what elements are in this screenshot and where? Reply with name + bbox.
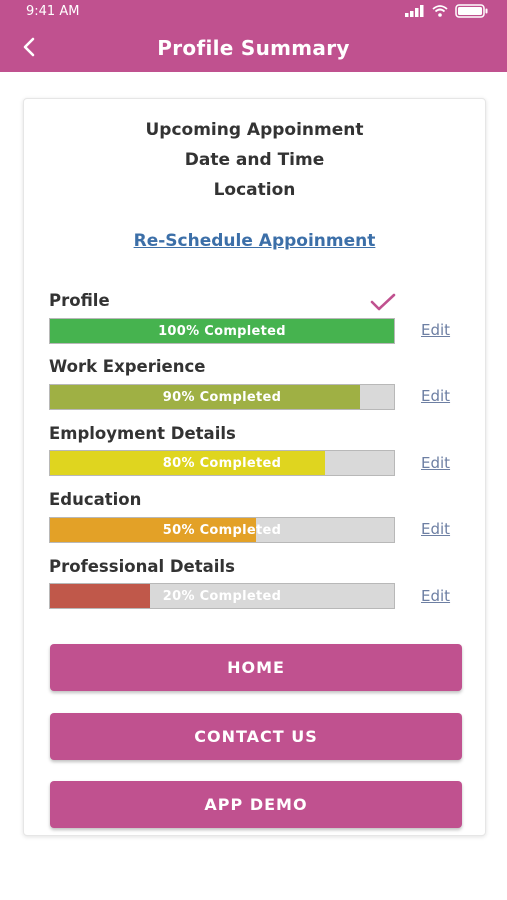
edit-link-profile[interactable]: Edit <box>421 321 450 339</box>
progress-text: 90% Completed <box>162 390 282 405</box>
appointment-info: Upcoming Appoinment Date and Time Locati… <box>24 115 485 205</box>
battery-icon <box>455 4 488 18</box>
status-icons <box>405 4 489 18</box>
home-button[interactable]: HOME <box>50 644 462 691</box>
progress-bar-employment-details: 80% Completed <box>49 450 395 476</box>
signal-icon <box>405 5 424 17</box>
check-icon <box>370 293 396 311</box>
section-label-employment-details: Employment Details <box>49 424 236 443</box>
wifi-icon <box>432 5 448 17</box>
progress-text: 20% Completed <box>162 589 282 604</box>
status-time: 9:41 AM <box>26 4 80 19</box>
page-title: Profile Summary <box>157 36 350 60</box>
appointment-date-time: Date and Time <box>184 150 325 170</box>
app-demo-button[interactable]: APP DEMO <box>50 781 462 828</box>
reschedule-link[interactable]: Re-Schedule Appoinment <box>24 231 485 251</box>
edit-link-professional-details[interactable]: Edit <box>421 587 450 605</box>
edit-link-work-experience[interactable]: Edit <box>421 387 450 405</box>
progress-bar-profile: 100% Completed <box>49 318 395 344</box>
section-label-education: Education <box>49 490 142 509</box>
progress-bar-professional-details: 20% Completed <box>49 583 395 609</box>
section-label-profile: Profile <box>49 291 110 310</box>
status-bar: 9:41 AM <box>0 0 507 24</box>
section-label-work-experience: Work Experience <box>49 357 206 376</box>
profile-summary-card: Upcoming Appoinment Date and Time Locati… <box>23 98 486 836</box>
progress-text: 100% Completed <box>158 324 286 339</box>
appointment-heading: Upcoming Appoinment <box>145 120 364 140</box>
progress-bar-work-experience: 90% Completed <box>49 384 395 410</box>
nav-bar: Profile Summary <box>0 24 507 72</box>
progress-bar-education: 50% Completed <box>49 517 395 543</box>
contact-us-button[interactable]: CONTACT US <box>50 713 462 760</box>
progress-text: 80% Completed <box>162 456 282 471</box>
edit-link-employment-details[interactable]: Edit <box>421 454 450 472</box>
edit-link-education[interactable]: Edit <box>421 520 450 538</box>
progress-text: 50% Completed <box>162 523 282 538</box>
section-label-professional-details: Professional Details <box>49 557 235 576</box>
appointment-location: Location <box>213 180 296 200</box>
